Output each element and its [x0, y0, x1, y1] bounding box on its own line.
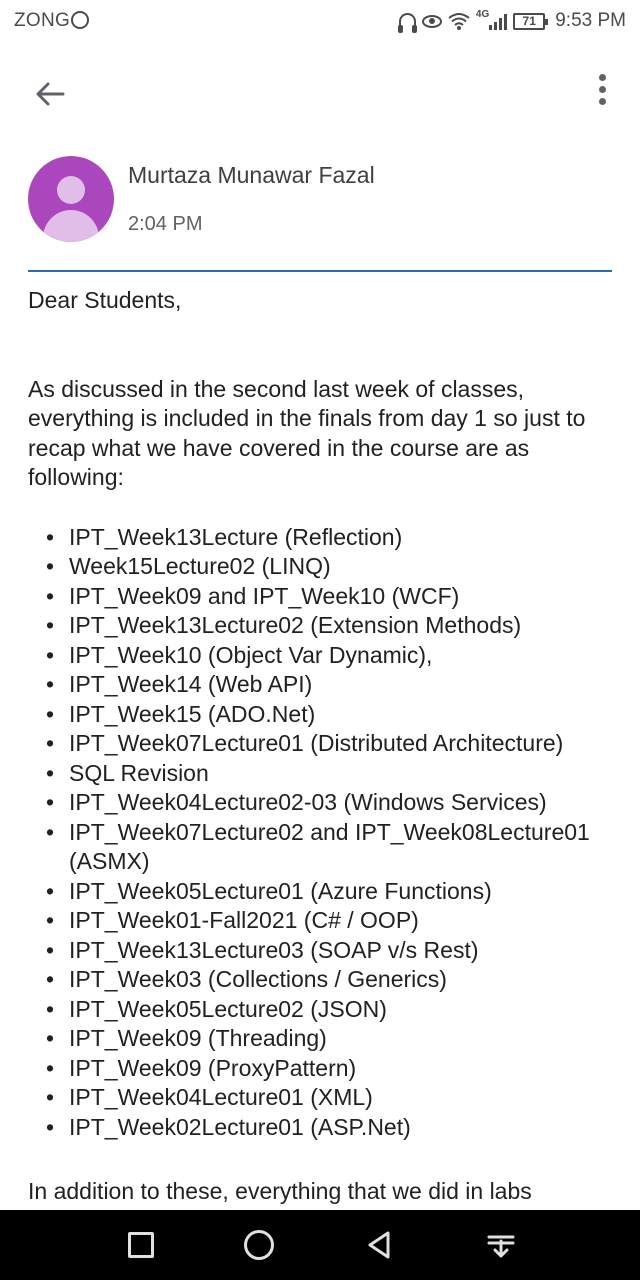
battery-icon: 71: [513, 12, 549, 30]
list-item: Week15Lecture02 (LINQ): [28, 552, 618, 582]
back-icon: [368, 1231, 390, 1259]
list-item: IPT_Week07Lecture01 (Distributed Archite…: [28, 729, 618, 759]
home-button[interactable]: [242, 1228, 276, 1262]
recent-apps-button[interactable]: [124, 1228, 158, 1262]
status-bar: ZONG 4G 71 9:53 PM: [0, 0, 640, 44]
list-item: IPT_Week04Lecture02-03 (Windows Services…: [28, 788, 618, 818]
clock: 9:53 PM: [555, 10, 626, 31]
recent-apps-icon: [128, 1232, 154, 1258]
list-item: IPT_Week01-Fall2021 (C# / OOP): [28, 906, 618, 936]
list-item: IPT_Week13Lecture02 (Extension Methods): [28, 611, 618, 641]
list-item: IPT_Week03 (Collections / Generics): [28, 965, 618, 995]
arrow-back-icon: [36, 82, 65, 106]
avatar[interactable]: [28, 156, 114, 242]
greeting: Dear Students,: [28, 287, 182, 313]
more-options-button[interactable]: [590, 74, 614, 112]
notifications-pull-button[interactable]: [484, 1228, 518, 1262]
avatar-head-shape: [57, 176, 85, 204]
status-icons: 4G 71 9:53 PM: [397, 8, 626, 34]
headset-icon: [397, 13, 417, 33]
list-item: SQL Revision: [28, 759, 618, 789]
sender-name[interactable]: Murtaza Munawar Fazal: [128, 162, 375, 189]
message-time: 2:04 PM: [128, 213, 203, 235]
battery-level: 71: [522, 13, 536, 28]
header-divider: [28, 270, 612, 272]
list-item: IPT_Week07Lecture02 and IPT_Week08Lectur…: [28, 818, 618, 877]
list-item: IPT_Week05Lecture02 (JSON): [28, 995, 618, 1025]
avatar-body-shape: [43, 210, 99, 242]
list-item: IPT_Week05Lecture01 (Azure Functions): [28, 877, 618, 907]
carrier-name: ZONG: [14, 10, 71, 31]
list-item: IPT_Week14 (Web API): [28, 670, 618, 700]
signal-icon: [489, 13, 508, 30]
list-item: IPT_Week02Lecture01 (ASP.Net): [28, 1113, 618, 1143]
list-item: IPT_Week13Lecture (Reflection): [28, 523, 618, 553]
list-item: IPT_Week15 (ADO.Net): [28, 700, 618, 730]
wifi-icon: [448, 13, 470, 30]
message-body: Dear Students, As discussed in the secon…: [28, 286, 618, 1142]
list-item: IPT_Week09 and IPT_Week10 (WCF): [28, 582, 618, 612]
more-vertical-icon: [590, 74, 614, 105]
cut-off-text: In addition to these, everything that we…: [28, 1178, 532, 1204]
navigation-bar: [0, 1210, 640, 1280]
list-item: IPT_Week09 (ProxyPattern): [28, 1054, 618, 1084]
back-button[interactable]: [32, 76, 68, 112]
notifications-pull-icon: [487, 1235, 515, 1258]
whatsapp-icon: [71, 11, 90, 29]
intro-paragraph: As discussed in the second last week of …: [28, 375, 586, 491]
eye-icon: [421, 14, 442, 28]
carrier-label: ZONG: [14, 10, 90, 32]
topic-list: IPT_Week13Lecture (Reflection) Week15Lec…: [28, 523, 618, 1143]
home-icon: [244, 1230, 274, 1260]
list-item: IPT_Week04Lecture01 (XML): [28, 1083, 618, 1113]
list-item: IPT_Week13Lecture03 (SOAP v/s Rest): [28, 936, 618, 966]
list-item: IPT_Week10 (Object Var Dynamic),: [28, 641, 618, 671]
list-item: IPT_Week09 (Threading): [28, 1024, 618, 1054]
nav-back-button[interactable]: [362, 1228, 396, 1262]
network-type: 4G: [475, 8, 490, 20]
